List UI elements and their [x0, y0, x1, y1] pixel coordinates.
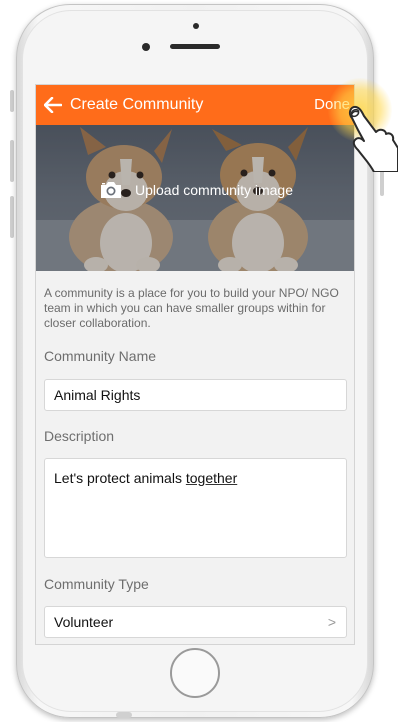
- proximity-sensor: [193, 23, 199, 29]
- earpiece-speaker: [170, 44, 220, 49]
- upload-image-prompt[interactable]: Upload community image: [36, 179, 354, 201]
- description-text-spellcheck: together: [185, 470, 238, 486]
- mute-switch: [10, 90, 14, 112]
- community-type-select[interactable]: Volunteer >: [44, 606, 347, 638]
- community-image-upload[interactable]: Upload community image: [36, 125, 354, 271]
- home-button[interactable]: [170, 648, 220, 698]
- phone-bottom-detail: [116, 712, 132, 718]
- community-description-help: A community is a place for you to build …: [44, 286, 339, 330]
- volume-up-button: [10, 140, 14, 182]
- arrow-left-icon[interactable]: [38, 85, 68, 125]
- community-name-input[interactable]: Animal Rights: [44, 379, 347, 411]
- pointing-hand-icon: [348, 105, 398, 172]
- description-label: Description: [44, 428, 115, 444]
- chevron-right-icon: >: [327, 614, 336, 630]
- description-textarea[interactable]: Let's protect animals together: [44, 458, 347, 558]
- description-text: Let's protect animals: [54, 470, 186, 486]
- upload-image-label: Upload community image: [135, 182, 293, 198]
- volume-down-button: [10, 196, 14, 238]
- community-name-label: Community Name: [44, 348, 157, 364]
- community-type-label: Community Type: [44, 576, 149, 592]
- app-bar: Create Community Done: [36, 85, 354, 125]
- front-camera: [142, 43, 150, 51]
- community-type-value: Volunteer: [54, 614, 114, 630]
- page-title: Create Community: [70, 96, 204, 113]
- camera-icon: [101, 182, 122, 198]
- app-screen: Create Community Done: [35, 84, 355, 645]
